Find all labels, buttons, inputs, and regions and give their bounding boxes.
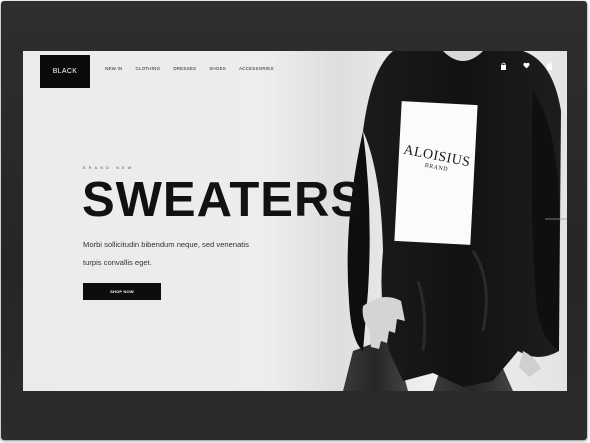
shopping-bag-icon[interactable] <box>500 62 507 70</box>
nav-item-accessories[interactable]: ACCESSORIES <box>239 66 274 71</box>
cart-icon[interactable] <box>546 62 553 70</box>
header-icons <box>500 62 553 70</box>
nav-item-clothing[interactable]: CLOTHING <box>135 66 160 71</box>
hero-description-line-1: Morbi sollicitudin bibendum neque, sed v… <box>83 240 249 249</box>
hero-headline: SWEATERS <box>82 173 365 227</box>
website-screen: ALOISIUS BRAND BLACK NEW IN CLOTHING DRE… <box>23 51 567 391</box>
nav-item-dresses[interactable]: DRESSES <box>173 66 196 71</box>
sweater-print: ALOISIUS BRAND <box>394 101 478 245</box>
main-nav: NEW IN CLOTHING DRESSES SHOES ACCESSORIE… <box>105 66 274 71</box>
hero-description: Morbi sollicitudin bibendum neque, sed v… <box>83 236 288 272</box>
shop-now-button[interactable]: SHOP NOW <box>83 283 161 300</box>
hero-description-line-2: turpis convallis eget. <box>83 258 152 267</box>
nav-item-shoes[interactable]: SHOES <box>209 66 226 71</box>
heart-icon[interactable] <box>523 62 530 69</box>
device-frame: ALOISIUS BRAND BLACK NEW IN CLOTHING DRE… <box>1 1 587 440</box>
brand-logo[interactable]: BLACK <box>40 55 90 88</box>
nav-item-new-in[interactable]: NEW IN <box>105 66 122 71</box>
